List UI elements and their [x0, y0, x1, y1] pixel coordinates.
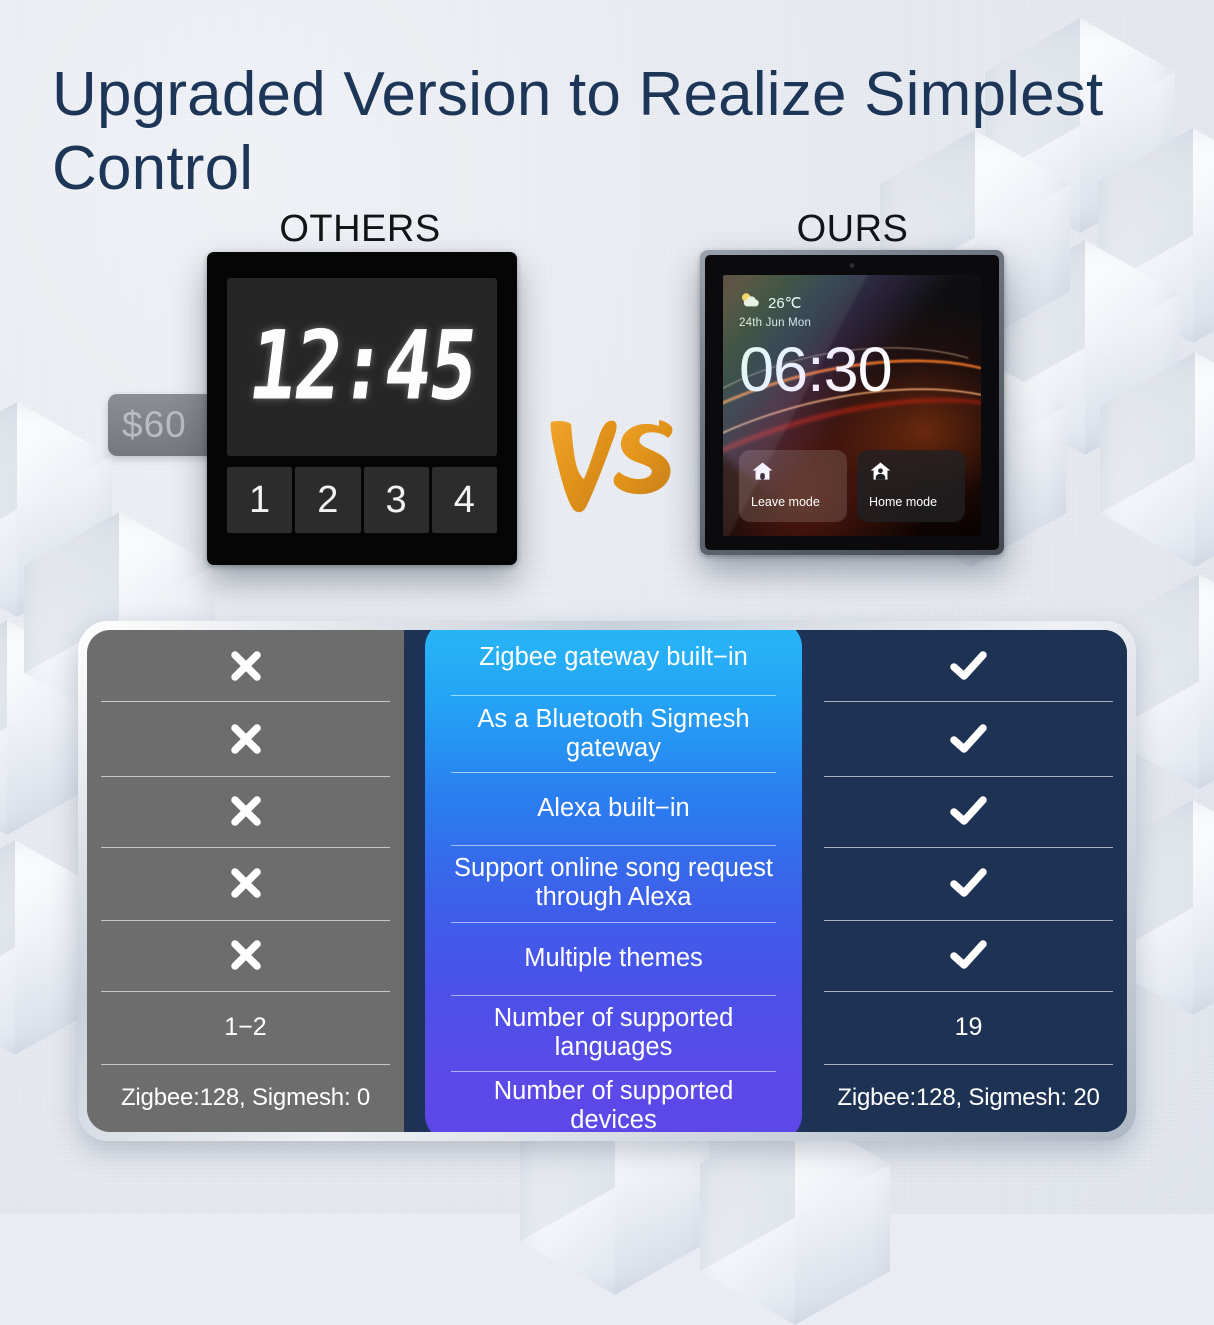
device-others-lcd-screen: 12:45: [227, 278, 497, 456]
home-mode-label: Home mode: [869, 495, 938, 509]
feature-cell: Number of supported languages: [439, 994, 788, 1071]
cross-icon: [230, 868, 261, 899]
column-label-ours: OURS: [796, 208, 909, 250]
others-cell: 1−2: [87, 990, 404, 1064]
feature-cell: Multiple themes: [439, 921, 788, 995]
comparison-table: 1−2 Zigbee:128, Sigmesh: 0 19 Zigbee:128, …: [78, 621, 1136, 1141]
device-others: 12:45 1 2 3 4: [207, 252, 517, 565]
check-icon: [949, 650, 987, 680]
price-tag-value: $60: [122, 404, 187, 445]
others-value: Zigbee:128, Sigmesh: 0: [120, 1084, 371, 1112]
check-icon: [949, 868, 987, 898]
check-icon: [949, 723, 987, 753]
hexagon-tile: [700, 1110, 890, 1325]
others-cell: [87, 846, 404, 920]
ours-cell: [810, 701, 1127, 776]
leave-mode-label: Leave mode: [751, 495, 820, 509]
cross-icon: [230, 796, 261, 827]
others-cell: [87, 920, 404, 991]
comparison-table-body: 1−2 Zigbee:128, Sigmesh: 0 19 Zigbee:128, …: [87, 630, 1127, 1132]
ours-cell: [810, 846, 1127, 920]
others-cell: Zigbee:128, Sigmesh: 0: [87, 1064, 404, 1132]
comparison-table-frame: 1−2 Zigbee:128, Sigmesh: 0 19 Zigbee:128, …: [78, 621, 1136, 1141]
device-others-button-3[interactable]: 3: [363, 467, 429, 533]
device-ours-ui: 26℃ 24th Jun Mon 06:30 Leave mode Home m…: [723, 275, 981, 536]
ours-cell: [810, 776, 1127, 847]
feature-cell: As a Bluetooth Sigmesh gateway: [439, 694, 788, 772]
check-icon: [949, 796, 987, 826]
device-others-clock: 12:45: [242, 312, 482, 422]
device-ours: 26℃ 24th Jun Mon 06:30 Leave mode Home m…: [700, 250, 1004, 555]
feature-cell: Support online song request through Alex…: [439, 845, 788, 921]
vs-graphic: [541, 416, 681, 526]
device-ours-bezel: 26℃ 24th Jun Mon 06:30 Leave mode Home m…: [705, 255, 999, 550]
check-icon: [949, 940, 987, 970]
house-person-icon: [869, 461, 953, 486]
cross-icon: [230, 650, 261, 681]
ours-cell: 19: [810, 990, 1127, 1064]
cross-icon: [230, 940, 261, 971]
feature-cell: Alexa built−in: [439, 772, 788, 845]
house-icon: [751, 461, 835, 486]
camera-icon: [849, 263, 855, 268]
sun-behind-cloud-icon: [739, 291, 761, 314]
feature-cell: Zigbee gateway built−in: [479, 643, 748, 672]
device-others-button-2[interactable]: 2: [295, 467, 361, 533]
weather-widget: 26℃: [739, 291, 965, 314]
ours-value: Zigbee:128, Sigmesh: 20: [837, 1084, 1100, 1112]
others-cell: [87, 701, 404, 776]
others-column: 1−2 Zigbee:128, Sigmesh: 0: [87, 630, 404, 1132]
ours-cell: [810, 630, 1127, 701]
home-mode-button[interactable]: Home mode: [857, 450, 965, 522]
others-cell: [87, 776, 404, 847]
ours-value: 19: [954, 1012, 983, 1041]
leave-mode-button[interactable]: Leave mode: [739, 450, 847, 522]
ours-cell: Zigbee:128, Sigmesh: 20: [810, 1064, 1127, 1132]
device-ours-screen: 26℃ 24th Jun Mon 06:30 Leave mode Home m…: [723, 275, 981, 536]
page-title: Upgraded Version to Realize Simplest Con…: [52, 60, 1104, 203]
others-value: 1−2: [224, 1012, 267, 1041]
feature-cell: Number of supported devices: [439, 1070, 788, 1132]
weather-temperature: 26℃: [768, 294, 802, 312]
feature-column: Zigbee gateway built−in As a Bluetooth Si…: [425, 630, 802, 1132]
ours-column: 19 Zigbee:128, Sigmesh: 20: [810, 630, 1127, 1132]
device-others-button-1[interactable]: 1: [227, 467, 293, 533]
device-others-button-row: 1 2 3 4: [227, 467, 497, 533]
cross-icon: [230, 723, 261, 754]
column-label-others: OTHERS: [279, 208, 441, 250]
others-cell: [87, 630, 404, 701]
device-ours-clock: 06:30: [739, 335, 893, 405]
device-others-button-4[interactable]: 4: [431, 467, 497, 533]
mode-button-row: Leave mode Home mode: [739, 450, 965, 522]
weather-date: 24th Jun Mon: [739, 317, 812, 329]
ours-cell: [810, 920, 1127, 991]
